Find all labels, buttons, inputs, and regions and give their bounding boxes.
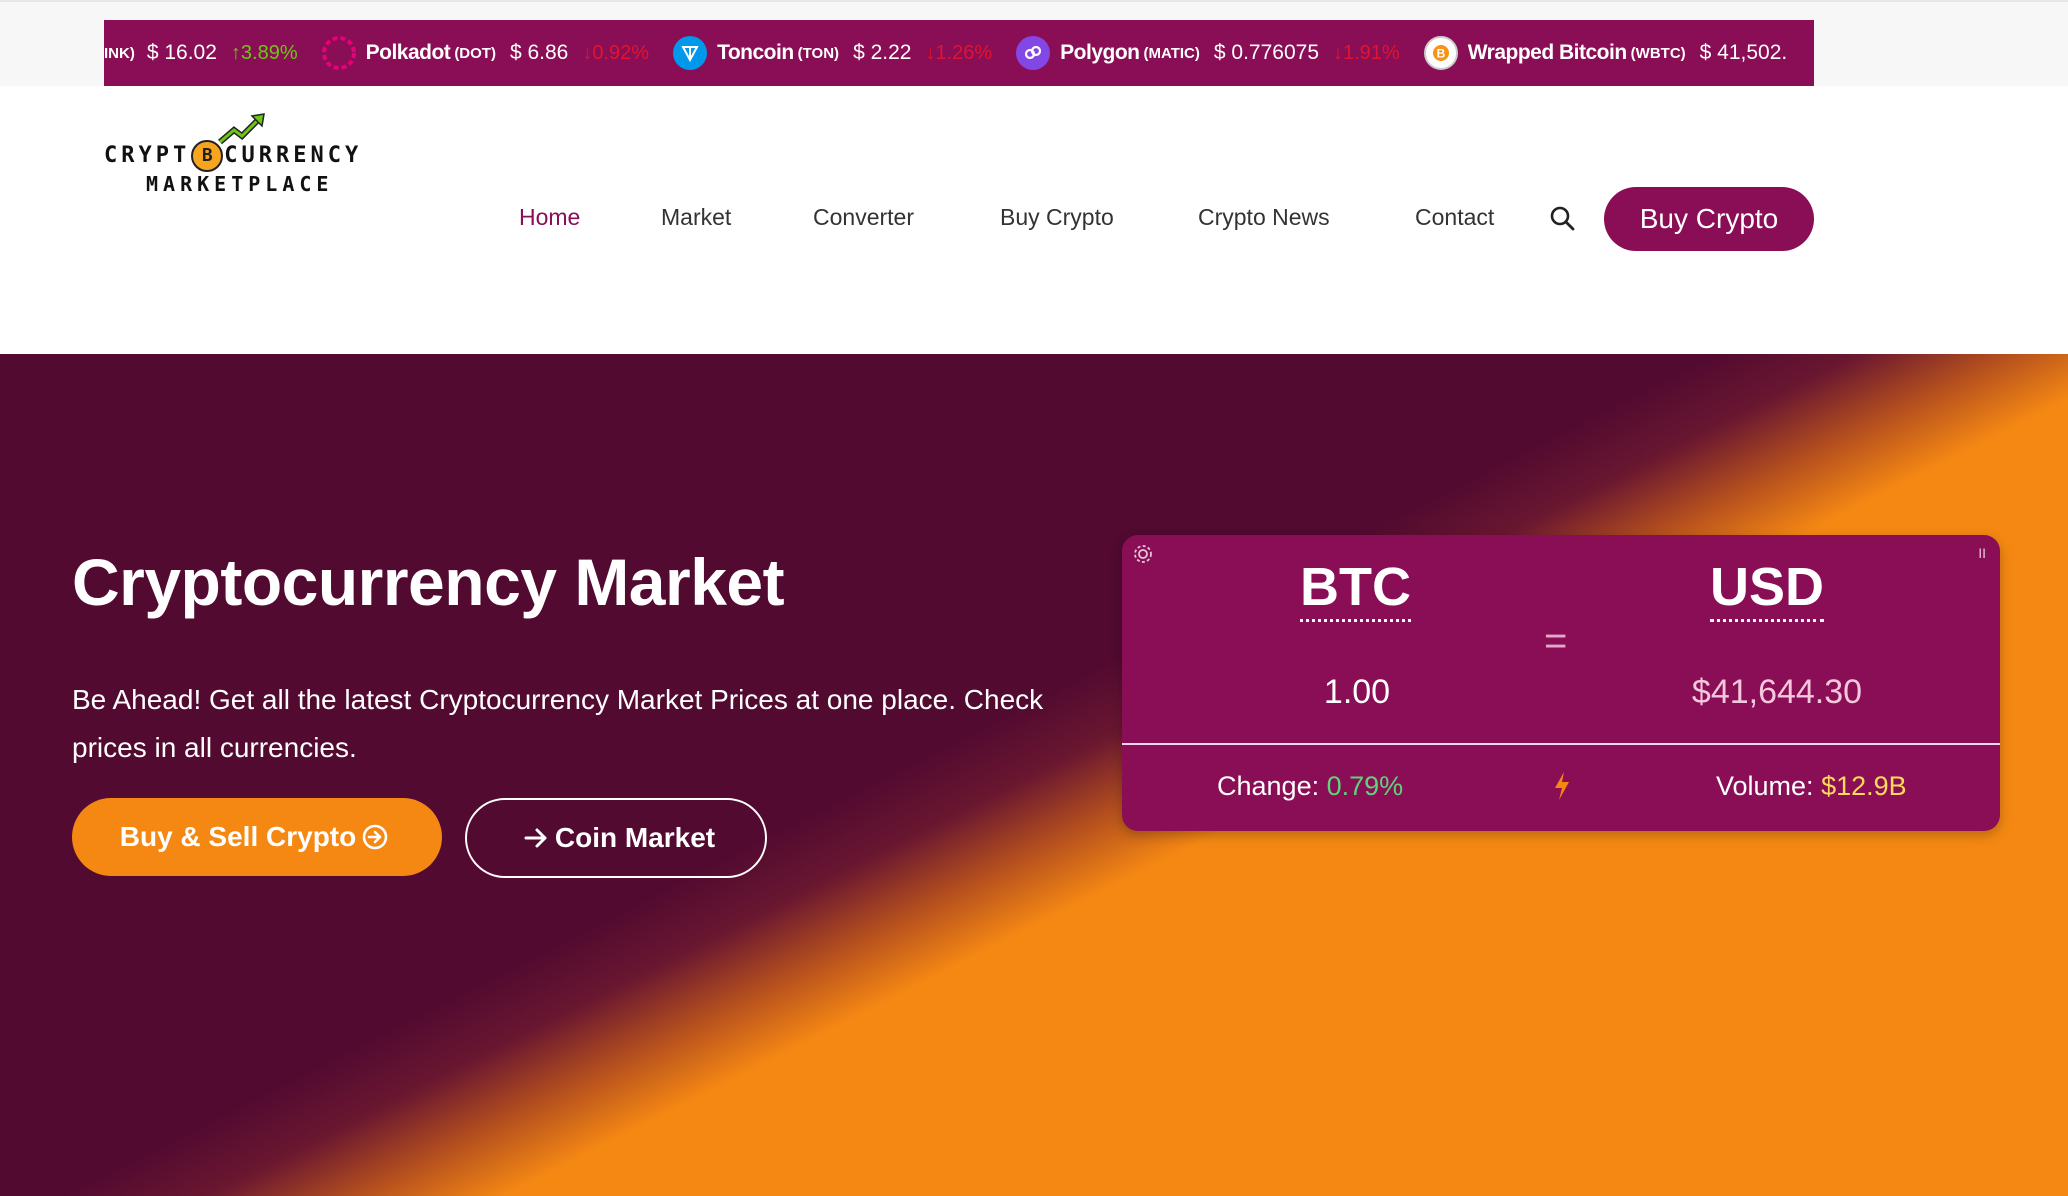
currency-converter-widget: II BTC = USD 1.00 $41,644.30 Change: 0.7… bbox=[1122, 535, 2000, 831]
pause-icon[interactable]: II bbox=[1978, 545, 1986, 561]
ticker-symbol: (MATIC) bbox=[1143, 44, 1200, 62]
ticker-change: ↓1.91% bbox=[1333, 41, 1400, 64]
from-currency-select[interactable]: BTC bbox=[1300, 557, 1411, 622]
from-amount-input[interactable]: 1.00 bbox=[1272, 673, 1442, 712]
arrow-circle-right-icon bbox=[362, 824, 388, 850]
ticker-price: $ 16.02 bbox=[146, 41, 217, 64]
ticker-symbol: (DOT) bbox=[454, 44, 496, 62]
hero-subtitle: Be Ahead! Get all the latest Cryptocurre… bbox=[72, 684, 1044, 763]
hero-title: Cryptocurrency Market bbox=[72, 545, 785, 619]
ticker-symbol: (WBTC) bbox=[1630, 44, 1686, 62]
ticker-change: ↓0.92% bbox=[582, 41, 650, 64]
bitcoin-icon: B bbox=[191, 140, 224, 172]
ticker-price: $ 41,502. bbox=[1699, 41, 1788, 64]
polkadot-icon bbox=[321, 36, 356, 70]
nav-contact[interactable]: Contact bbox=[1415, 204, 1494, 231]
nav-market[interactable]: Market bbox=[661, 204, 731, 231]
ticker-symbol: INK) bbox=[104, 44, 135, 62]
nav-converter[interactable]: Converter bbox=[813, 204, 914, 231]
buy-sell-crypto-button[interactable]: Buy & Sell Crypto bbox=[72, 798, 442, 876]
volume-value: $12.9B bbox=[1821, 771, 1907, 801]
ticker-price: $ 2.22 bbox=[853, 41, 912, 64]
change-value: 0.79% bbox=[1326, 771, 1404, 801]
ticker-item[interactable]: Polkadot (DOT) $ 6.86 ↓0.92% bbox=[321, 36, 650, 70]
ticker-strip: INK) $ 16.02 ↑3.89% Polkadot (DOT) $ 6.8… bbox=[0, 0, 2068, 86]
to-currency-select[interactable]: USD bbox=[1710, 557, 1825, 622]
ticker-name: Polygon bbox=[1060, 41, 1140, 64]
toncoin-icon bbox=[673, 36, 708, 70]
ticker-price: $ 6.86 bbox=[509, 41, 569, 64]
card-divider bbox=[1122, 743, 2000, 745]
ticker-track: INK) $ 16.02 ↑3.89% Polkadot (DOT) $ 6.8… bbox=[104, 36, 1814, 70]
site-logo[interactable]: CRYPT B CURRENCY MARKETPLACE bbox=[104, 112, 374, 202]
ticker-name: Polkadot bbox=[365, 41, 451, 64]
ticker-name: Toncoin bbox=[717, 41, 794, 64]
volume-stat: Volume: $12.9B bbox=[1716, 771, 1907, 801]
ticker-name: Wrapped Bitcoin bbox=[1467, 41, 1627, 64]
polygon-icon bbox=[1016, 36, 1051, 70]
logo-line-2: MARKETPLACE bbox=[146, 172, 334, 196]
hero-section: Cryptocurrency Market Be Ahead! Get all … bbox=[0, 354, 2068, 1196]
coin-market-button[interactable]: Coin Market bbox=[465, 798, 767, 878]
logo-line-1: CRYPT B CURRENCY bbox=[104, 140, 362, 172]
ticker-item[interactable]: Polygon (MATIC) $ 0.776075 ↓1.91% bbox=[1016, 36, 1400, 70]
svg-text:B: B bbox=[1436, 47, 1445, 61]
header-buy-crypto-button[interactable]: Buy Crypto bbox=[1604, 187, 1814, 251]
ticker-item[interactable]: INK) $ 16.02 ↑3.89% bbox=[104, 41, 298, 65]
nav-buy-crypto[interactable]: Buy Crypto bbox=[1000, 204, 1114, 231]
gear-icon[interactable] bbox=[1130, 541, 1156, 567]
change-stat: Change: 0.79% bbox=[1217, 771, 1404, 801]
wbtc-icon: B bbox=[1423, 36, 1458, 70]
buy-sell-crypto-label: Buy & Sell Crypto bbox=[119, 821, 357, 852]
nav-crypto-news[interactable]: Crypto News bbox=[1198, 204, 1330, 231]
to-amount-value: $41,644.30 bbox=[1691, 673, 1863, 711]
price-ticker[interactable]: INK) $ 16.02 ↑3.89% Polkadot (DOT) $ 6.8… bbox=[104, 20, 1814, 86]
coin-market-label: Coin Market bbox=[554, 822, 716, 853]
arrow-right-icon bbox=[524, 828, 547, 848]
ticker-price: $ 0.776075 bbox=[1213, 41, 1319, 64]
equals-sign: = bbox=[1544, 619, 1568, 663]
ticker-change: ↑3.89% bbox=[230, 41, 298, 64]
search-icon[interactable] bbox=[1548, 204, 1578, 234]
ticker-item[interactable]: Toncoin (TON) $ 2.22 ↓1.26% bbox=[673, 36, 992, 70]
nav-home[interactable]: Home bbox=[519, 204, 580, 231]
ticker-item[interactable]: B Wrapped Bitcoin (WBTC) $ 41,502. bbox=[1423, 36, 1802, 70]
ticker-symbol: (TON) bbox=[797, 44, 840, 62]
lightning-icon bbox=[1555, 772, 1569, 800]
ticker-change: ↓1.26% bbox=[925, 41, 993, 64]
